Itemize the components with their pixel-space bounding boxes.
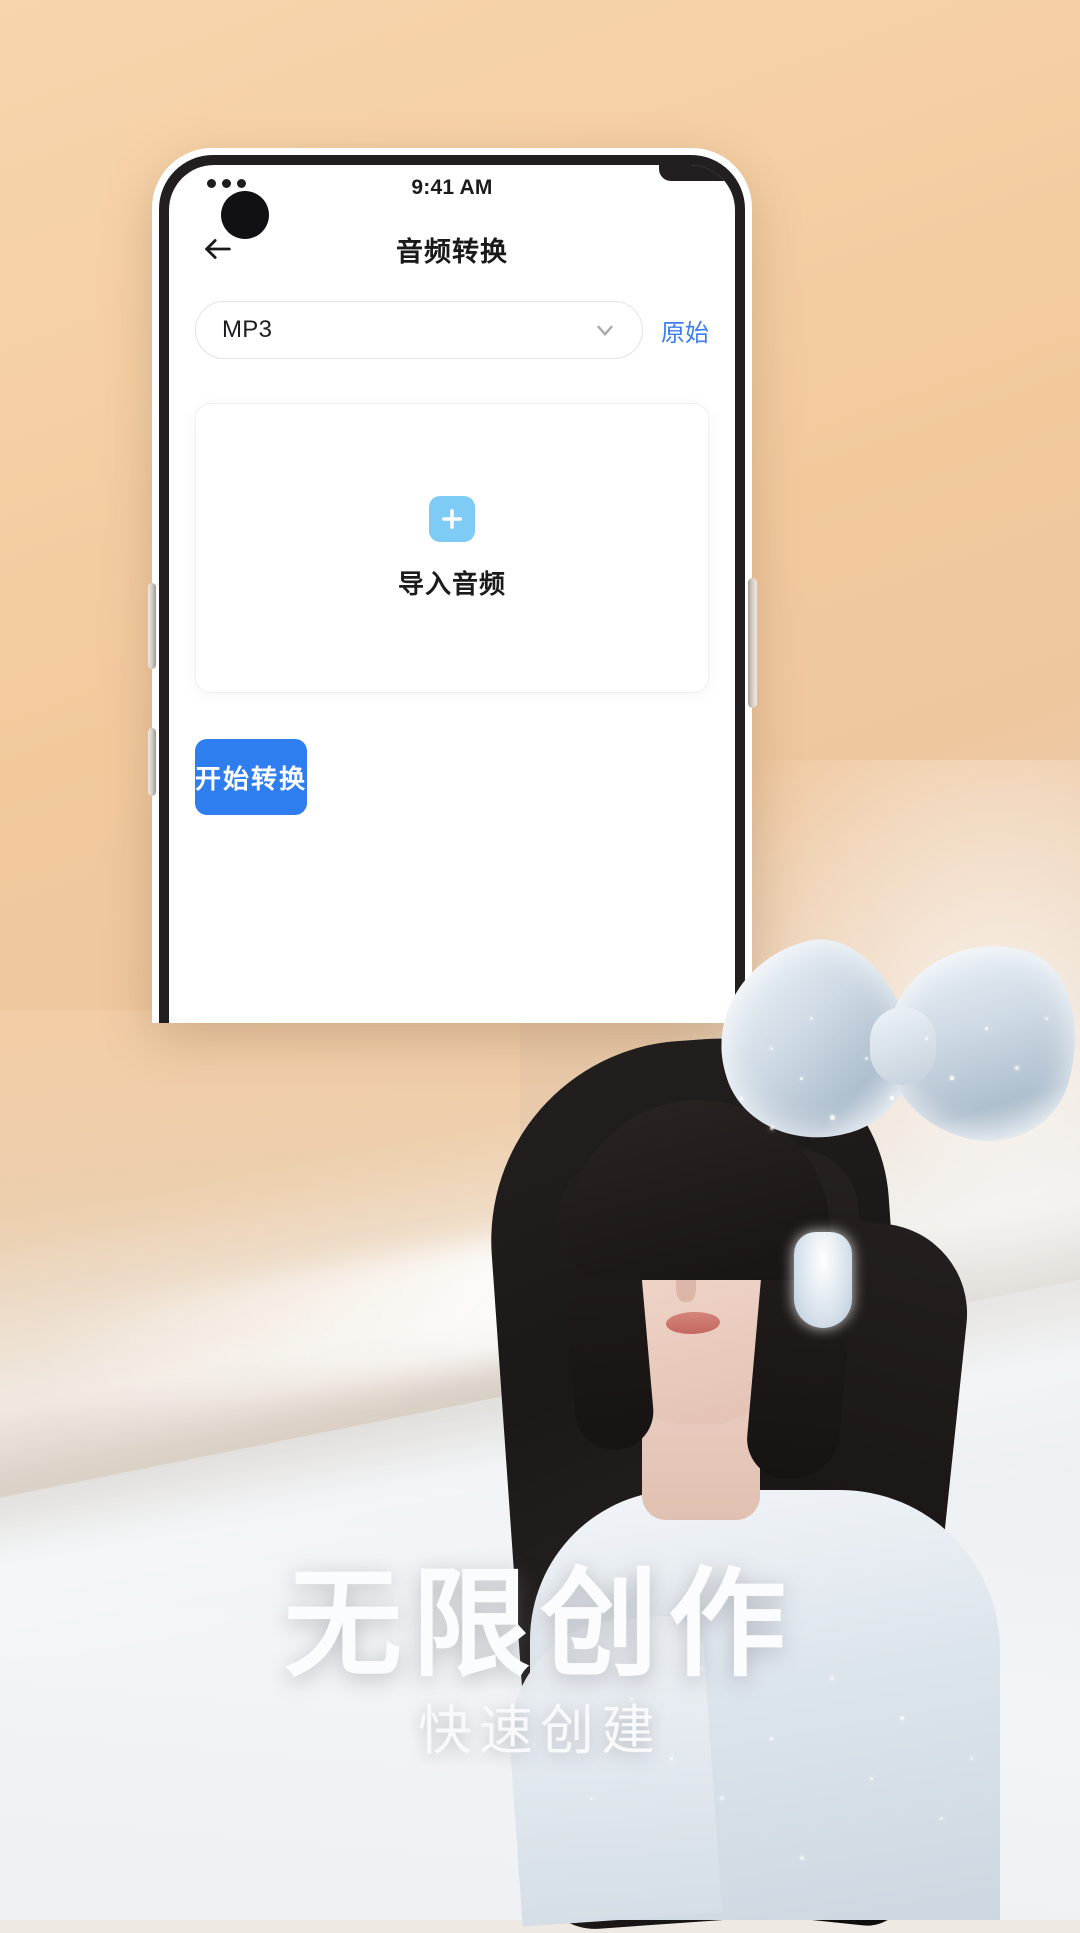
app-header: 音频转换 bbox=[169, 211, 735, 287]
phone-screen: 9:41 AM 音频转换 MP3 原始 导入音频 开始转换 bbox=[169, 165, 735, 1023]
status-right-notch bbox=[659, 165, 735, 181]
import-audio-card[interactable]: 导入音频 bbox=[195, 403, 709, 693]
arrow-left-icon bbox=[201, 232, 235, 266]
power-button[interactable] bbox=[748, 578, 757, 708]
format-row: MP3 原始 bbox=[169, 287, 735, 359]
status-bar: 9:41 AM bbox=[169, 165, 735, 211]
phone-mockup: 9:41 AM 音频转换 MP3 原始 导入音频 开始转换 bbox=[152, 148, 752, 1023]
promo-subheadline: 快速创建 bbox=[0, 1686, 1080, 1765]
phone-frame: 9:41 AM 音频转换 MP3 原始 导入音频 开始转换 bbox=[159, 155, 745, 1023]
plus-icon bbox=[429, 496, 475, 542]
chevron-down-icon bbox=[592, 317, 618, 343]
promo-headline: 无限创作 bbox=[0, 1528, 1080, 1699]
import-audio-label: 导入音频 bbox=[398, 564, 506, 601]
back-button[interactable] bbox=[195, 226, 241, 272]
volume-down-button[interactable] bbox=[148, 728, 156, 796]
format-select[interactable]: MP3 bbox=[195, 301, 643, 359]
page-title: 音频转换 bbox=[169, 230, 735, 269]
volume-up-button[interactable] bbox=[148, 583, 156, 669]
status-time: 9:41 AM bbox=[411, 176, 492, 200]
signal-dots-icon bbox=[207, 179, 246, 188]
format-select-value: MP3 bbox=[222, 316, 272, 344]
start-convert-button[interactable]: 开始转换 bbox=[195, 739, 307, 815]
original-quality-link[interactable]: 原始 bbox=[661, 313, 709, 348]
